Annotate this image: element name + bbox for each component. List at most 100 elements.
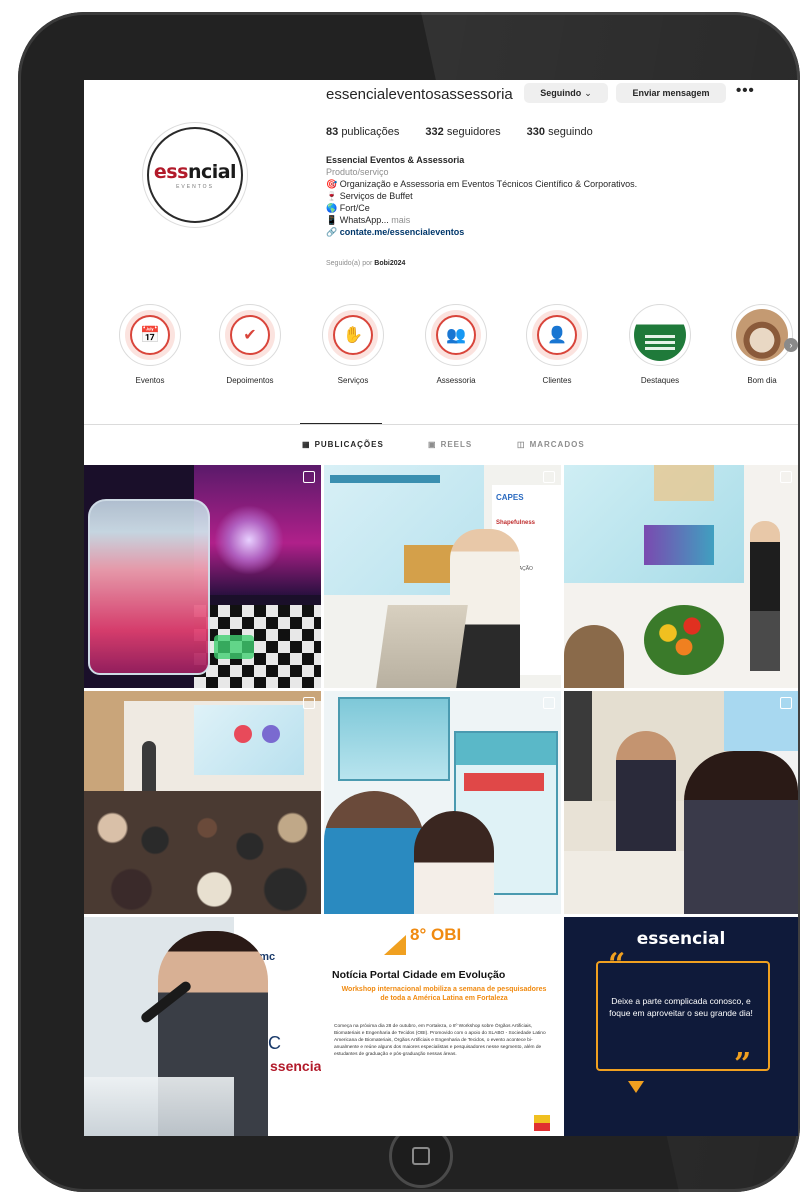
tabs-divider xyxy=(84,424,798,425)
chevron-down-icon: ⌄ xyxy=(584,87,592,98)
woman-speaker xyxy=(750,521,780,671)
presenter xyxy=(142,741,156,791)
bio-line-4: 📱 WhatsApp... mais xyxy=(326,214,786,226)
highlight-ring: 👤 xyxy=(526,304,588,366)
bio-line-4-text: 📱 WhatsApp... xyxy=(326,215,389,225)
highlight-eventos[interactable]: 📅 Eventos xyxy=(110,304,190,385)
chat-check-icon: ✔ xyxy=(230,315,270,355)
multi-post-icon xyxy=(543,697,555,709)
profile-username: essencialeventosassessoria xyxy=(326,86,513,103)
tab-marcados[interactable]: ◫ MARCADOS xyxy=(517,440,585,449)
highlight-ring: ✋ xyxy=(322,304,384,366)
followers-count: 332 xyxy=(425,126,444,138)
highlight-destaques[interactable]: Destaques xyxy=(620,304,700,385)
hand-service-icon: ✋ xyxy=(333,315,373,355)
sponsor-label-1: Shapefulness xyxy=(496,520,536,526)
open-quote-icon: “ xyxy=(608,947,626,982)
message-button[interactable]: Enviar mensagem xyxy=(616,83,726,103)
woman-blue-dress xyxy=(324,791,424,914)
post-quote-card[interactable]: essencial “ ” Deixe a parte complicada c… xyxy=(564,917,798,1136)
slide-icon-2 xyxy=(262,725,280,743)
highlight-ring xyxy=(731,304,793,366)
more-options-icon[interactable]: ••• xyxy=(736,82,755,99)
quote-brand-logo: essencial xyxy=(636,929,726,949)
audience-head xyxy=(564,625,624,688)
woman-at-desk xyxy=(684,751,798,914)
multi-post-icon xyxy=(780,697,792,709)
multi-post-icon xyxy=(780,471,792,483)
green-light xyxy=(214,635,254,659)
obi-logo: 8° OBI xyxy=(384,925,504,959)
bio-line-1: 🎯 Organização e Assessoria em Eventos Té… xyxy=(326,179,638,189)
following-stat[interactable]: 330 seguindo xyxy=(527,126,593,138)
posts-label: publicações xyxy=(341,126,400,138)
poster-1 xyxy=(338,697,450,781)
bio-link[interactable]: contate.me/essencialeventos xyxy=(340,227,465,237)
following-label: seguindo xyxy=(548,126,593,138)
following-button[interactable]: Seguindo ⌄ xyxy=(524,83,608,103)
tab-reels[interactable]: ▣ REELS xyxy=(428,440,472,449)
post-poster-session[interactable] xyxy=(324,691,561,914)
highlights-next-arrow[interactable]: › xyxy=(784,338,798,352)
active-tab-indicator xyxy=(300,423,382,424)
slide-map xyxy=(654,465,714,501)
instagram-profile-screen: essncial EVENTOS essencialeventosassesso… xyxy=(84,80,798,1136)
tab-publicacoes[interactable]: ▦ PUBLICAÇÕES xyxy=(302,440,384,449)
destaques-thumb xyxy=(634,309,686,361)
post-reception-desk[interactable] xyxy=(564,691,798,914)
post-man-microphone[interactable]: tion mc UFC ssencia xyxy=(84,917,321,1136)
grid-icon: ▦ xyxy=(302,440,311,449)
highlight-bg: 📅 xyxy=(125,310,175,360)
logo-ring: essncial EVENTOS xyxy=(147,127,243,223)
slide-icon-1 xyxy=(234,725,252,743)
logo-part-black: ncial xyxy=(187,160,237,183)
brand-logo: essncial xyxy=(153,160,237,183)
highlight-ring: 👥 xyxy=(425,304,487,366)
bio-line-2: 🍷 Serviços de Buffet xyxy=(326,191,413,201)
followed-by-prefix: Seguido(a) por xyxy=(326,260,373,267)
glass-podium xyxy=(84,1077,234,1136)
followers-stat[interactable]: 332 seguidores xyxy=(425,126,500,138)
logo-subtitle: EVENTOS xyxy=(176,183,214,190)
bio-link-row: 🔗 contate.me/essencialeventos xyxy=(326,226,786,238)
highlight-bg: 👤 xyxy=(532,310,582,360)
highlight-bg: ✔ xyxy=(225,310,275,360)
tagged-icon: ◫ xyxy=(517,440,526,449)
profile-stats: 83 publicações 332 seguidores 330 seguin… xyxy=(326,126,593,138)
quote-text: Deixe a parte complicada conosco, e foqu… xyxy=(609,996,753,1018)
bio-more-link[interactable]: mais xyxy=(391,215,410,225)
close-quote-icon: ” xyxy=(734,1047,752,1082)
highlight-label: Bom dia xyxy=(747,376,777,385)
post-obi-news[interactable]: 8° OBI Notícia Portal Cidade em Evolução… xyxy=(324,917,561,1136)
logo-part-red: ess xyxy=(153,160,189,183)
sponsor-text-3: ssencia xyxy=(270,1058,321,1074)
post-speaker-podium[interactable]: CAPES Shapefulness ORGANIZAÇÃO CREA xyxy=(324,465,561,688)
highlight-servicos[interactable]: ✋ Serviços xyxy=(313,304,393,385)
highlight-assessoria[interactable]: 👥 Assessoria xyxy=(416,304,496,385)
highlight-depoimentos[interactable]: ✔ Depoimentos xyxy=(210,304,290,385)
slide-heatmap xyxy=(644,525,714,565)
post-woman-speaker[interactable] xyxy=(564,465,798,688)
tab-reels-label: REELS xyxy=(440,440,473,449)
following-button-label: Seguindo xyxy=(540,88,582,98)
bio-name: Essencial Eventos & Assessoria xyxy=(326,155,465,165)
followed-by-user[interactable]: Bobi2024 xyxy=(374,260,405,267)
news-body: Começa na próxima dia 28 de outubro, em … xyxy=(334,1024,546,1057)
obi-title: 8° OBI xyxy=(410,925,462,944)
group-icon: 👤 xyxy=(537,315,577,355)
calendar-icon: 📅 xyxy=(130,315,170,355)
bio-line-3: 🌎 Fort/Ce xyxy=(326,203,370,213)
multi-post-icon xyxy=(543,471,555,483)
profile-avatar[interactable]: essncial EVENTOS xyxy=(142,122,248,228)
followers-label: seguidores xyxy=(446,126,501,138)
news-subheadline: Workshop internacional mobiliza a semana… xyxy=(341,986,547,1002)
profile-bio: Essencial Eventos & Assessoria Produto/s… xyxy=(326,154,786,238)
post-auditorium[interactable] xyxy=(84,691,321,914)
man-dark-shirt xyxy=(616,731,676,851)
post-nightclub-drink[interactable] xyxy=(84,465,321,688)
highlight-label: Destaques xyxy=(640,376,680,385)
obi-logo-mark xyxy=(384,935,406,955)
highlight-clientes[interactable]: 👤 Clientes xyxy=(517,304,597,385)
highlight-bg: ✋ xyxy=(328,310,378,360)
news-headline: Notícia Portal Cidade em Evolução xyxy=(332,969,506,981)
